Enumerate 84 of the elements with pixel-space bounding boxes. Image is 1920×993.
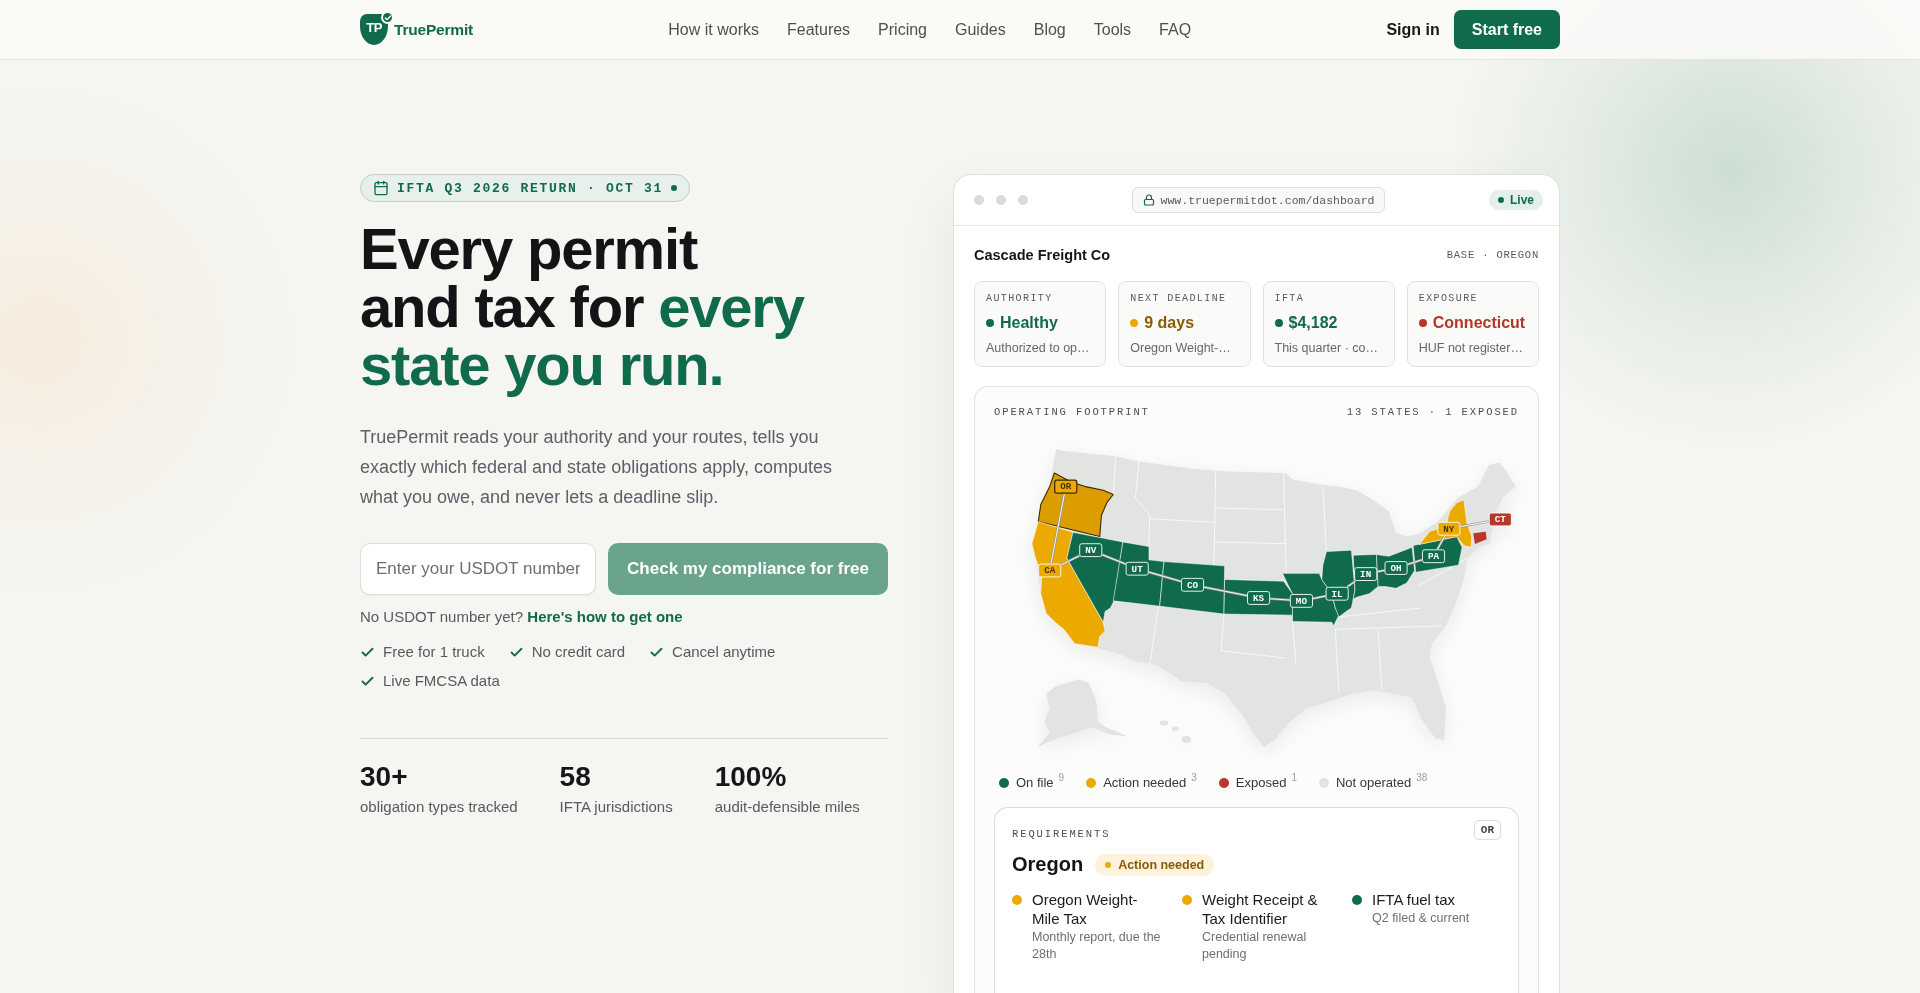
requirement-title: Weight Receipt & Tax Identifier	[1202, 890, 1319, 928]
help-link[interactable]: Here's how to get one	[527, 608, 683, 625]
perk-text: Cancel anytime	[672, 642, 776, 662]
legend-label: Action needed	[1103, 775, 1187, 790]
card-value: Connecticut	[1432, 313, 1526, 333]
help-text: No USDOT number yet? Here's how to get one	[360, 607, 683, 627]
nav-link[interactable]: Blog	[1033, 20, 1066, 39]
sign-in-link[interactable]: Sign in	[1386, 20, 1440, 39]
state-code-tag: OR	[1473, 820, 1501, 840]
legend-label: Not operated	[1336, 775, 1412, 790]
panel-summary: 13 STATES · 1 EXPOSED	[1346, 406, 1519, 419]
card-label: EXPOSURE	[1418, 293, 1479, 305]
requirement-note: Credential renewal pending	[1202, 929, 1308, 963]
calendar-icon	[373, 180, 389, 196]
status-pill: Action needed	[1095, 853, 1215, 876]
nav-link[interactable]: Tools	[1093, 20, 1132, 39]
card-note: Oregon Weight-…	[1130, 340, 1232, 356]
company-name: Cascade Freight Co	[974, 247, 1111, 263]
card-value: $4,182	[1288, 313, 1338, 333]
badge-text: IFTA Q3 2026 RETURN · OCT 31	[397, 180, 664, 196]
stat-label: obligation types tracked	[360, 797, 518, 817]
window-dot-icon	[996, 195, 1006, 205]
status-dot-icon	[671, 185, 678, 191]
card-label: NEXT DEADLINE	[1130, 293, 1228, 305]
card-note: This quarter · co…	[1274, 340, 1379, 356]
stat-value: 100%	[714, 760, 788, 794]
legend-label: On file	[1016, 775, 1054, 790]
nav-link[interactable]: Guides	[955, 20, 1006, 39]
live-text: Live	[1510, 193, 1534, 207]
status-dot-icon	[1105, 861, 1112, 868]
card-label: AUTHORITY	[986, 293, 1054, 305]
stat-label: IFTA jurisdictions	[559, 797, 673, 817]
status-dot-icon	[1498, 197, 1504, 203]
state-label: CO	[1181, 577, 1205, 592]
state-label: NV	[1079, 543, 1103, 558]
legend-label: Exposed	[1235, 775, 1287, 790]
check-badge-icon	[381, 11, 394, 24]
nav-link[interactable]: How it works	[668, 20, 759, 39]
logo-shield: TP	[360, 14, 388, 45]
card-value: 9 days	[1144, 313, 1195, 333]
state-label: OH	[1384, 561, 1408, 575]
state-label: CA	[1038, 563, 1062, 578]
start-free-button[interactable]: Start free	[1453, 10, 1560, 49]
state-label: CT	[1488, 512, 1512, 527]
state-label: PA	[1422, 549, 1446, 564]
perk-text: No credit card	[531, 642, 626, 662]
requirement-title: Oregon Weight-Mile Tax	[1032, 890, 1139, 928]
card-note: Authorized to op…	[986, 340, 1091, 356]
state-label: MO	[1289, 594, 1313, 608]
hero-description: TruePermit reads your authority and your routes, tells you exactly which federal and state obligations apply, computes what you owe, and never lets a deadline slip.	[360, 426, 833, 509]
perk-text: Live FMCSA data	[383, 671, 500, 691]
stat-value: 58	[559, 760, 592, 794]
nav-link[interactable]: Features	[786, 20, 851, 39]
requirements-title: REQUIREMENTS	[1012, 828, 1111, 841]
url-text: www.truepermitdot.com/dashboard	[1160, 193, 1375, 207]
lock-icon	[1142, 194, 1155, 206]
state-label: NY	[1437, 521, 1461, 536]
window-dot-icon	[1018, 195, 1028, 205]
stat-value: 30+	[360, 760, 409, 794]
nav-link[interactable]: FAQ	[1159, 20, 1192, 39]
requirement-note: Q2 filed & current	[1372, 910, 1471, 927]
state-name: Oregon	[1012, 853, 1084, 876]
legend-count: 9	[1058, 772, 1065, 783]
requirement-note: Monthly report, due the 28th	[1032, 929, 1162, 963]
legend-count: 1	[1291, 772, 1297, 783]
perk-text: Free for 1 truck	[383, 642, 485, 662]
card-note: HUF not register…	[1418, 340, 1524, 356]
requirement-title: IFTA fuel tax	[1372, 890, 1457, 909]
state-label: IL	[1325, 586, 1349, 601]
legend-count: 38	[1416, 772, 1428, 783]
panel-title: OPERATING FOOTPRINT	[994, 406, 1150, 419]
legend-count: 3	[1191, 772, 1197, 783]
state-label: IN	[1354, 567, 1378, 581]
hawaii-drawing	[1159, 720, 1192, 743]
logo-link[interactable]: TP TruePermit	[360, 14, 473, 45]
stat-label: audit-defensible miles	[714, 797, 860, 817]
state-label: UT	[1125, 561, 1149, 576]
nav-link[interactable]: Pricing	[878, 20, 927, 39]
card-label: IFTA	[1274, 293, 1306, 305]
window-dot-icon	[974, 195, 984, 205]
base-location: BASE · OREGON	[1446, 249, 1539, 261]
state-label: KS	[1247, 591, 1271, 605]
state-label: OR	[1054, 479, 1078, 494]
card-value: Healthy	[1000, 313, 1058, 333]
